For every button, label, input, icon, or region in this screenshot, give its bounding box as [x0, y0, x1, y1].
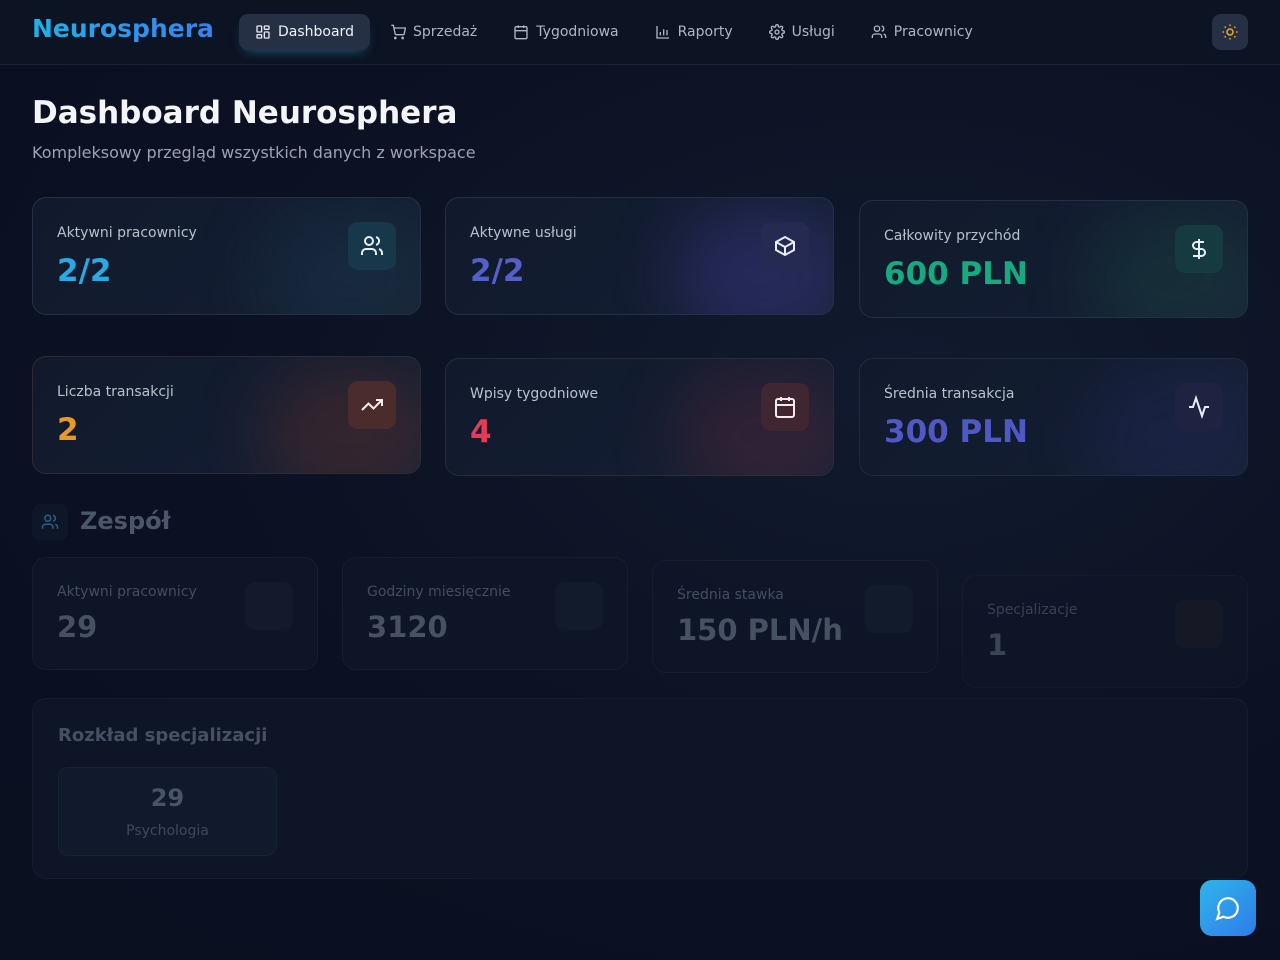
- team-stat-value: 29: [57, 610, 98, 644]
- stat-label: Całkowity przychód: [884, 228, 1021, 244]
- cart-icon: [391, 24, 406, 40]
- stat-icon-box: [761, 222, 809, 270]
- stat-card-active-employees: Aktywni pracownicy 2/2: [32, 197, 421, 315]
- bar-chart-icon: [655, 26, 669, 39]
- stat-card-transactions: Liczba transakcji 2: [32, 356, 421, 474]
- stat-value: 2: [57, 412, 79, 448]
- team-stat-icon-placeholder: [245, 582, 293, 630]
- team-stat-icon-placeholder: [865, 585, 913, 633]
- nav-item-raporty[interactable]: Raporty: [639, 14, 749, 50]
- dollar-icon: [1192, 239, 1206, 259]
- trending-up-icon: [361, 399, 383, 411]
- stat-icon-box: [348, 381, 396, 429]
- nav-item-dashboard[interactable]: Dashboard: [239, 14, 370, 50]
- stat-value: 600 PLN: [884, 256, 1028, 292]
- nav-item-sprzedaz[interactable]: Sprzedaż: [374, 14, 493, 50]
- stat-card-weekly-entries: Wpisy tygodniowe 4: [445, 358, 834, 476]
- chat-button[interactable]: [1200, 880, 1256, 936]
- stat-icon-box: [761, 383, 809, 431]
- chat-bubble-icon: [1215, 897, 1239, 921]
- distribution-title: Rozkład specjalizacji: [58, 725, 268, 746]
- package-icon: [775, 235, 795, 257]
- stat-value: 4: [470, 414, 492, 450]
- nav-item-uslugi[interactable]: Usługi: [753, 14, 851, 50]
- team-stat-card: Specjalizacje 1: [962, 575, 1248, 688]
- stat-icon-box: [1175, 383, 1223, 431]
- stat-label: Wpisy tygodniowe: [470, 386, 599, 402]
- users-icon: [871, 25, 887, 38]
- nav-item-label: Tygodniowa: [536, 24, 619, 40]
- nav-item-label: Usługi: [791, 24, 835, 40]
- team-stat-label: Średnia stawka: [677, 587, 784, 603]
- team-stat-card: Średnia stawka 150 PLN/h: [652, 560, 938, 673]
- team-stat-icon-placeholder: [555, 582, 603, 630]
- stat-label: Aktywni pracownicy: [57, 225, 197, 241]
- sun-icon: [1222, 24, 1238, 40]
- users-icon: [361, 236, 384, 255]
- nav-menu: Dashboard Sprzedaż Tygodniowa Raporty Us…: [239, 14, 993, 50]
- nav-item-label: Dashboard: [278, 24, 354, 40]
- stat-label: Średnia transakcja: [884, 386, 1015, 402]
- theme-toggle-button[interactable]: [1212, 14, 1248, 50]
- page-subtitle: Kompleksowy przegląd wszystkich danych z…: [32, 143, 476, 162]
- distribution-item: 29 Psychologia: [58, 767, 277, 856]
- team-stat-card: Aktywni pracownicy 29: [32, 557, 318, 670]
- activity-icon: [1189, 395, 1209, 419]
- stat-label: Liczba transakcji: [57, 384, 174, 400]
- stat-value: 300 PLN: [884, 414, 1028, 450]
- team-stat-label: Specjalizacje: [987, 602, 1078, 618]
- calendar-icon: [775, 397, 795, 418]
- gear-icon: [768, 24, 785, 40]
- distribution-count: 29: [150, 784, 185, 812]
- brand-logo[interactable]: Neurosphera: [32, 14, 214, 43]
- stat-card-active-services: Aktywne usługi 2/2: [445, 197, 834, 315]
- distribution-name: Psychologia: [126, 823, 209, 839]
- specialization-distribution-panel: Rozkład specjalizacji 29 Psychologia: [32, 698, 1248, 879]
- nav-item-label: Raporty: [677, 24, 733, 40]
- stat-icon-box: [348, 222, 396, 270]
- nav-item-tygodniowa[interactable]: Tygodniowa: [497, 14, 634, 50]
- team-stat-label: Godziny miesięcznie: [367, 584, 511, 600]
- nav-item-pracownicy[interactable]: Pracownicy: [855, 14, 989, 50]
- users-icon: [41, 514, 59, 529]
- calendar-icon: [514, 25, 528, 40]
- team-section-icon-box: [32, 504, 68, 540]
- stat-label: Aktywne usługi: [470, 225, 577, 241]
- team-stat-icon-placeholder: [1175, 600, 1223, 648]
- stat-card-average-transaction: Średnia transakcja 300 PLN: [859, 358, 1248, 476]
- page-title: Dashboard Neurosphera: [32, 95, 458, 131]
- team-stat-label: Aktywni pracownicy: [57, 584, 197, 600]
- team-section-title: Zespół: [80, 507, 171, 535]
- team-stat-value: 1: [987, 628, 1008, 662]
- team-stat-value: 150 PLN/h: [677, 613, 843, 647]
- stat-value: 2/2: [57, 253, 112, 289]
- dashboard-grid-icon: [256, 25, 270, 39]
- top-navbar: Neurosphera Dashboard Sprzedaż Tygodniow…: [0, 0, 1280, 65]
- team-stat-value: 3120: [367, 610, 448, 644]
- nav-item-label: Sprzedaż: [412, 24, 478, 40]
- nav-item-label: Pracownicy: [893, 24, 973, 40]
- stat-value: 2/2: [470, 253, 525, 289]
- stat-card-total-revenue: Całkowity przychód 600 PLN: [859, 200, 1248, 318]
- stat-icon-box: [1175, 225, 1223, 273]
- team-stat-card: Godziny miesięcznie 3120: [342, 557, 628, 670]
